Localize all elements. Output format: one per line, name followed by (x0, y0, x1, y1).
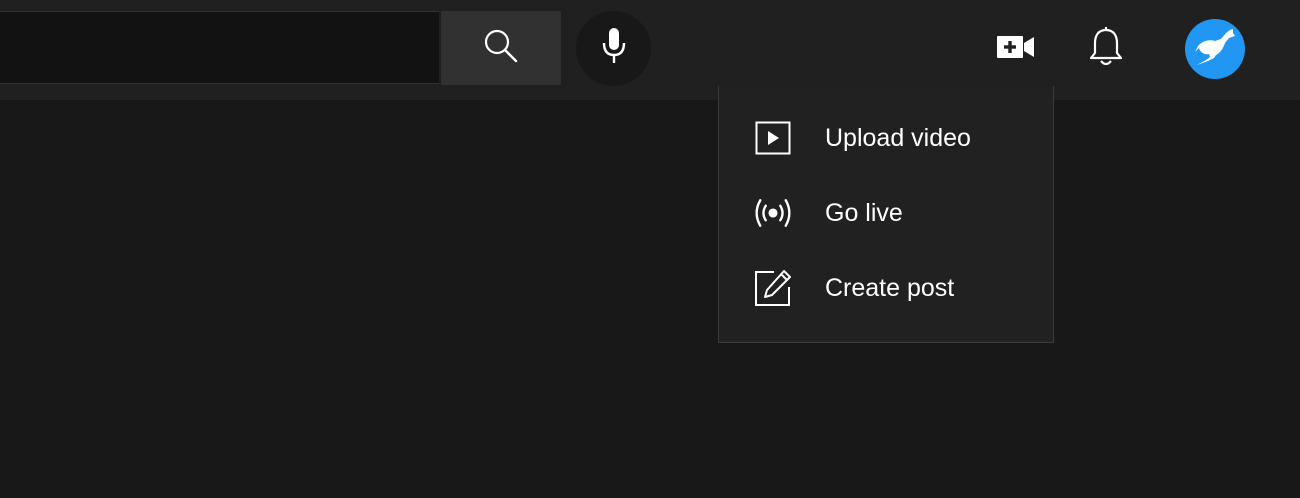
menu-item-label: Go live (825, 198, 903, 227)
live-broadcast-icon (753, 193, 793, 233)
video-camera-plus-icon (996, 33, 1036, 66)
search-button[interactable] (441, 11, 561, 85)
kangaroo-avatar-icon (1193, 27, 1237, 72)
create-button[interactable] (990, 26, 1042, 72)
voice-search-button[interactable] (576, 11, 651, 86)
menu-item-go-live[interactable]: Go live (719, 175, 1053, 250)
page: Upload video Go live Create post (0, 0, 1300, 498)
search-icon (483, 28, 519, 69)
search-input[interactable] (0, 11, 439, 84)
play-square-icon (753, 118, 793, 158)
avatar-button[interactable] (1185, 19, 1245, 79)
top-bar (0, 0, 1300, 100)
menu-item-upload-video[interactable]: Upload video (719, 100, 1053, 175)
create-menu: Upload video Go live Create post (718, 86, 1054, 343)
notifications-button[interactable] (1080, 24, 1132, 74)
bell-icon (1088, 26, 1124, 73)
menu-item-create-post[interactable]: Create post (719, 250, 1053, 325)
menu-item-label: Upload video (825, 123, 971, 152)
menu-item-label: Create post (825, 273, 955, 302)
microphone-icon (599, 27, 629, 70)
edit-post-icon (753, 268, 793, 308)
